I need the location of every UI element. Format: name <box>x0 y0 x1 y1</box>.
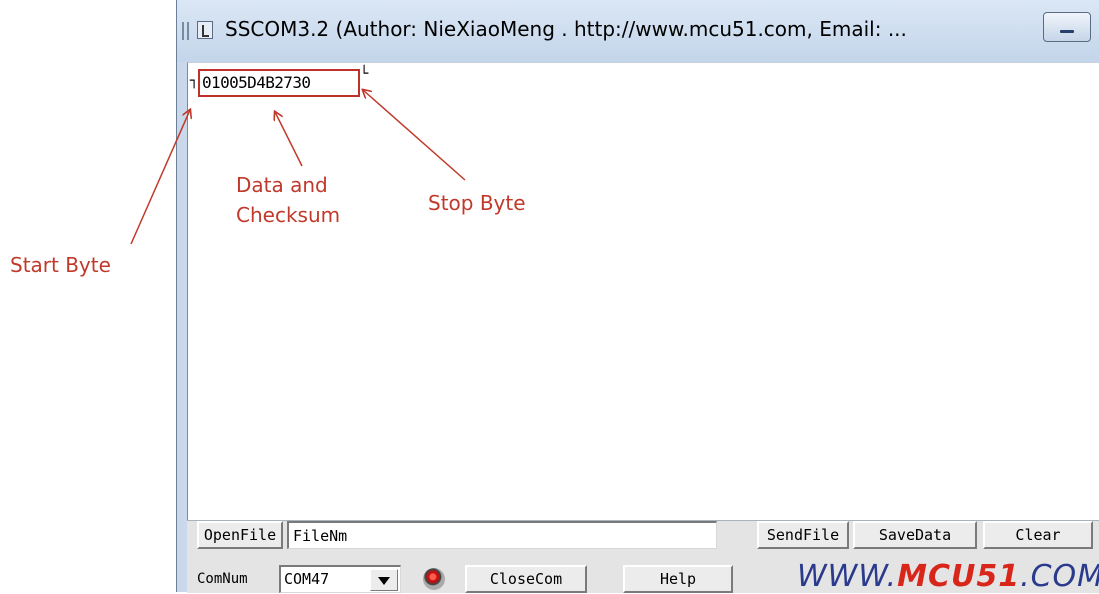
help-button[interactable]: Help <box>623 565 733 593</box>
file-name-input[interactable]: FileNm <box>287 521 717 549</box>
mcu51-logo: WWW.MCU51.COM <box>797 559 1099 594</box>
com-port-select[interactable]: COM47 <box>279 565 401 593</box>
window-title: SSCOM3.2 (Author: NieXiaoMeng . http://w… <box>225 17 907 41</box>
annotation-data-and-checksum: Data and Checksum <box>236 170 340 230</box>
app-icon <box>197 21 213 39</box>
chevron-down-icon[interactable] <box>370 569 398 591</box>
logo-brand: MCU51 <box>897 559 1021 594</box>
receive-area[interactable]: ┐ 01005D4B2730 └ <box>187 62 1099 521</box>
grip-icon <box>182 22 196 40</box>
annotation-start-byte: Start Byte <box>10 253 111 277</box>
open-file-button[interactable]: OpenFile <box>197 521 283 549</box>
title-bar[interactable]: SSCOM3.2 (Author: NieXiaoMeng . http://w… <box>177 0 1099 62</box>
annotation-stop-byte: Stop Byte <box>428 191 526 215</box>
logo-suffix: .COM <box>1020 559 1099 594</box>
save-data-button[interactable]: SaveData <box>853 521 977 549</box>
close-com-button[interactable]: CloseCom <box>465 565 587 593</box>
clear-button[interactable]: Clear <box>983 521 1093 549</box>
stop-byte-glyph: └ <box>360 66 369 82</box>
annotation-data-line: Data and <box>236 173 328 197</box>
send-file-button[interactable]: SendFile <box>757 521 849 549</box>
sscom-window: SSCOM3.2 (Author: NieXiaoMeng . http://w… <box>176 0 1099 594</box>
logo-prefix: WWW. <box>797 559 898 594</box>
com-num-label: ComNum <box>197 571 248 587</box>
minimize-button[interactable] <box>1043 12 1091 42</box>
control-panel: OpenFile FileNm SendFile SaveData Clear … <box>187 520 1099 594</box>
annotation-checksum-line: Checksum <box>236 203 341 227</box>
com-port-value: COM47 <box>284 570 330 588</box>
status-led-icon <box>423 568 445 590</box>
data-checksum-highlight-box <box>198 69 360 97</box>
